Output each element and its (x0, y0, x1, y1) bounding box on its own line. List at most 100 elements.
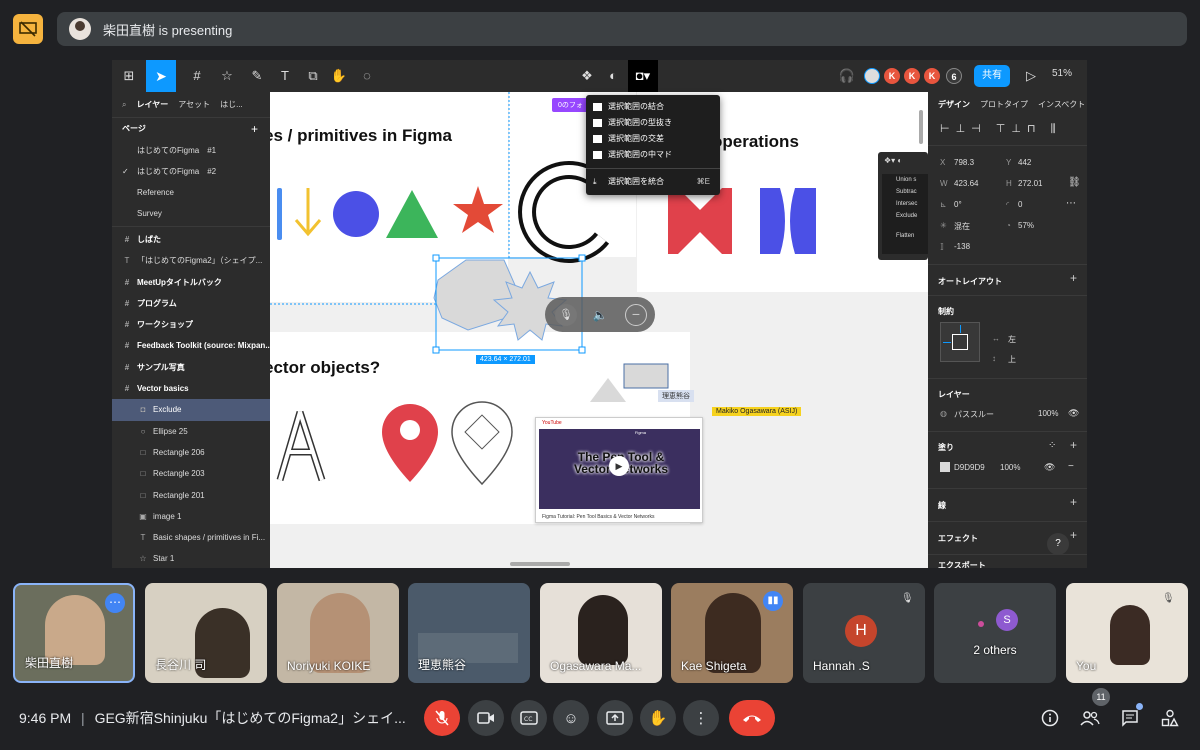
layer-blend-select[interactable]: パススルー (954, 409, 994, 420)
layer-item[interactable]: ○ Ellipse 25 (112, 421, 270, 442)
video-embed[interactable]: YouTube Figma The Pen Tool & Vector Netw… (535, 417, 703, 523)
menu-item-union[interactable]: 選択範囲の結合 (586, 99, 720, 115)
mini-menu-item[interactable]: Flatten (882, 233, 928, 245)
angle-input[interactable]: -138 (954, 242, 970, 251)
zoom-level[interactable]: 51% (1052, 68, 1072, 79)
tab-layers[interactable]: レイヤー (136, 99, 168, 110)
frame-tool-icon[interactable]: # (186, 66, 208, 86)
horizontal-scrollbar[interactable] (510, 562, 570, 566)
participant-tile-self[interactable]: 🎙 You (1066, 583, 1188, 683)
mini-menu-item[interactable]: Union s (882, 177, 928, 189)
collaborator-overflow-count[interactable]: 6 (946, 68, 962, 84)
hand-tool-icon[interactable]: ✋ (328, 66, 350, 86)
layer-item-selected[interactable]: ◘ Exclude (112, 399, 270, 421)
volume-icon[interactable]: 🔈 (589, 304, 611, 326)
layer-item[interactable]: # Feedback Toolkit (source: Mixpan... (112, 335, 270, 356)
remove-fill-icon[interactable]: − (1068, 461, 1074, 472)
remove-icon[interactable]: − (625, 304, 647, 326)
menu-item-flatten[interactable]: ⤓ 選択範囲を統合 ⌘E (586, 174, 720, 190)
fill-opacity-input[interactable]: 100% (1000, 463, 1020, 472)
page-item[interactable]: Survey (112, 203, 270, 224)
collaborator-avatar[interactable]: K (904, 68, 920, 84)
participant-tile[interactable]: ⋯ 柴田直樹 (13, 583, 135, 683)
mini-menu-item[interactable]: Intersec (882, 201, 928, 213)
layer-item[interactable]: □ Rectangle 206 (112, 442, 270, 463)
participant-tile[interactable]: Ogasawara Ma... (540, 583, 662, 683)
boolean-operations-icon[interactable]: ◘▾ (628, 60, 658, 92)
layer-item[interactable]: # サンプル写真 (112, 357, 270, 378)
fill-swatch[interactable] (940, 462, 950, 472)
participant-tile[interactable]: 理恵熊谷 (408, 583, 530, 683)
vertical-scrollbar[interactable] (919, 110, 923, 144)
mask-icon[interactable]: ◐ (602, 66, 624, 86)
presentation-icon[interactable] (13, 14, 43, 44)
add-effect-icon[interactable]: + (1070, 528, 1077, 542)
emoji-reactions-icon[interactable]: ☺ (553, 700, 589, 736)
more-options-icon[interactable]: ⋮ (683, 700, 719, 736)
height-input[interactable]: 272.01 (1018, 179, 1042, 188)
headphones-icon[interactable]: 🎧 (836, 66, 858, 86)
microphone-toggle-icon[interactable] (424, 700, 460, 736)
layer-item[interactable]: □ Rectangle 201 (112, 485, 270, 506)
layer-item[interactable]: T 「はじめてのFigma2」（シェイプ... (112, 250, 270, 271)
mini-menu-item[interactable]: Exclude (882, 213, 928, 225)
tab-page-select[interactable]: はじ... (220, 99, 243, 110)
page-item-current[interactable]: ✓ はじめてのFigma #2 (112, 161, 270, 182)
tab-design[interactable]: デザイン (938, 99, 970, 110)
help-icon[interactable]: ? (1047, 533, 1069, 555)
blend-value[interactable]: 混在 (954, 221, 970, 232)
fill-hex-input[interactable]: D9D9D9 (954, 463, 985, 472)
eye-icon[interactable]: 👁 (1044, 462, 1055, 473)
camera-toggle-icon[interactable] (468, 700, 504, 736)
participant-tile[interactable]: Noriyuki KOIKE (277, 583, 399, 683)
tab-prototype[interactable]: プロトタイプ (980, 99, 1028, 110)
collaborator-avatar[interactable] (864, 68, 880, 84)
activities-icon[interactable] (1158, 706, 1182, 730)
search-icon[interactable]: ⌕ (122, 100, 126, 110)
menu-item-exclude[interactable]: 選択範囲の中マド (586, 147, 720, 163)
opacity-input[interactable]: 57% (1018, 221, 1034, 230)
participant-tile-overflow[interactable]: S 2 others (934, 583, 1056, 683)
participant-tile[interactable]: 長谷川 司 (145, 583, 267, 683)
add-stroke-icon[interactable]: + (1070, 495, 1077, 509)
people-icon[interactable] (1078, 706, 1102, 730)
constraint-widget[interactable] (940, 322, 980, 362)
alignment-icons[interactable]: ⊢⊥⊣ ⊤⊥⊓ ⫼ (940, 122, 1062, 136)
resources-icon[interactable]: ⧉ (302, 66, 324, 86)
more-options-icon[interactable]: ⋯ (1066, 198, 1076, 209)
present-play-icon[interactable]: ▷ (1020, 66, 1042, 86)
present-screen-icon[interactable] (597, 700, 633, 736)
collaborator-avatar[interactable]: K (884, 68, 900, 84)
participant-tile[interactable]: ▮▮ Kae Shigeta (671, 583, 793, 683)
horizontal-constraint-select[interactable]: 左 (1008, 334, 1016, 345)
mini-menu-item[interactable]: Subtrac (882, 189, 928, 201)
y-input[interactable]: 442 (1018, 158, 1031, 167)
layer-item[interactable]: # しばた (112, 229, 270, 250)
captions-icon[interactable]: CC (511, 700, 547, 736)
corner-radius-input[interactable]: 0 (1018, 200, 1022, 209)
page-item[interactable]: Reference (112, 182, 270, 203)
page-item[interactable]: はじめてのFigma #1 (112, 140, 270, 161)
text-tool-icon[interactable]: T (274, 66, 296, 86)
shape-tool-icon[interactable]: ☆ (216, 66, 238, 86)
meeting-info-icon[interactable] (1038, 706, 1062, 730)
share-button[interactable]: 共有 (974, 65, 1010, 87)
eye-icon[interactable]: 👁 (1068, 408, 1079, 419)
width-input[interactable]: 423.64 (954, 179, 978, 188)
raise-hand-icon[interactable]: ✋ (640, 700, 676, 736)
comment-tool-icon[interactable]: ◌ (356, 66, 378, 86)
x-input[interactable]: 798.3 (954, 158, 974, 167)
layer-item[interactable]: T Basic shapes / primitives in Fi... (112, 527, 270, 548)
layer-item[interactable]: □ Rectangle 203 (112, 463, 270, 484)
chat-icon[interactable] (1118, 703, 1143, 730)
layer-item[interactable]: # Vector basics (112, 378, 270, 399)
menu-item-subtract[interactable]: 選択範囲の型抜き (586, 115, 720, 131)
vertical-constraint-select[interactable]: 上 (1008, 354, 1016, 365)
tab-assets[interactable]: アセット (178, 99, 210, 110)
menu-item-intersect[interactable]: 選択範囲の交差 (586, 131, 720, 147)
layer-item[interactable]: # ワークショップ (112, 314, 270, 335)
layer-item[interactable]: ☆ Star 1 (112, 548, 270, 568)
play-icon[interactable]: ▶ (609, 456, 629, 476)
add-fill-icon[interactable]: + (1070, 438, 1077, 452)
add-auto-layout-icon[interactable]: + (1070, 271, 1077, 285)
